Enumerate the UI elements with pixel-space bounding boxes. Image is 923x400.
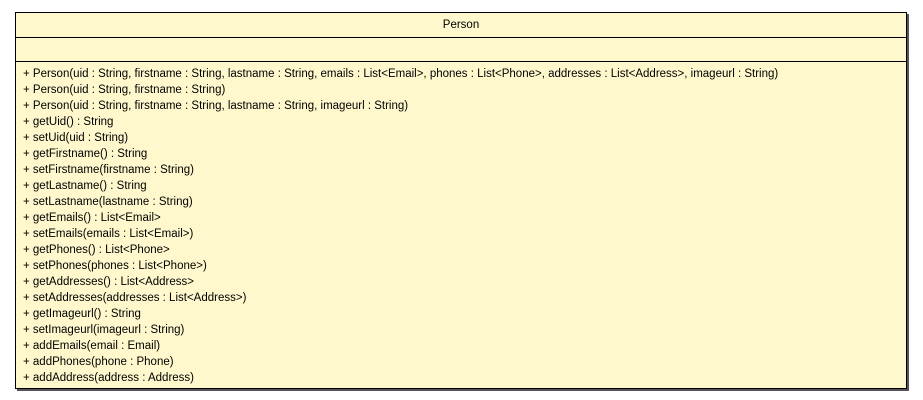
operation: + setPhones(phones : List<Phone>) <box>23 260 207 272</box>
attributes-compartment <box>16 38 906 62</box>
uml-class-person: Person + Person(uid : String, firstname … <box>15 12 907 389</box>
operation: + setEmails(emails : List<Email>) <box>23 228 194 240</box>
operation: + getFirstname() : String <box>23 148 148 160</box>
operation: + setUid(uid : String) <box>23 132 129 144</box>
operation: + addEmails(email : Email) <box>23 340 161 352</box>
operation: + setFirstname(firstname : String) <box>23 164 194 176</box>
operation: + getUid() : String <box>23 116 114 128</box>
operation: + getLastname() : String <box>23 180 147 192</box>
operation: + getPhones() : List<Phone> <box>23 244 170 256</box>
operation: + setLastname(lastname : String) <box>23 196 193 208</box>
operation: + addAddress(address : Address) <box>23 372 194 384</box>
class-name: Person <box>16 13 906 38</box>
operation: + addPhones(phone : Phone) <box>23 356 174 368</box>
operation: + Person(uid : String, firstname : Strin… <box>23 68 779 80</box>
operation: + getAddresses() : List<Address> <box>23 276 194 288</box>
operation: + Person(uid : String, firstname : Strin… <box>23 84 226 96</box>
operation: + Person(uid : String, firstname : Strin… <box>23 100 409 112</box>
operation: + getEmails() : List<Email> <box>23 212 161 224</box>
operation: + getImageurl() : String <box>23 308 141 320</box>
operations-compartment: + Person(uid : String, firstname : Strin… <box>16 62 906 386</box>
operation: + setImageurl(imageurl : String) <box>23 324 185 336</box>
operation: + setAddresses(addresses : List<Address>… <box>23 292 247 304</box>
